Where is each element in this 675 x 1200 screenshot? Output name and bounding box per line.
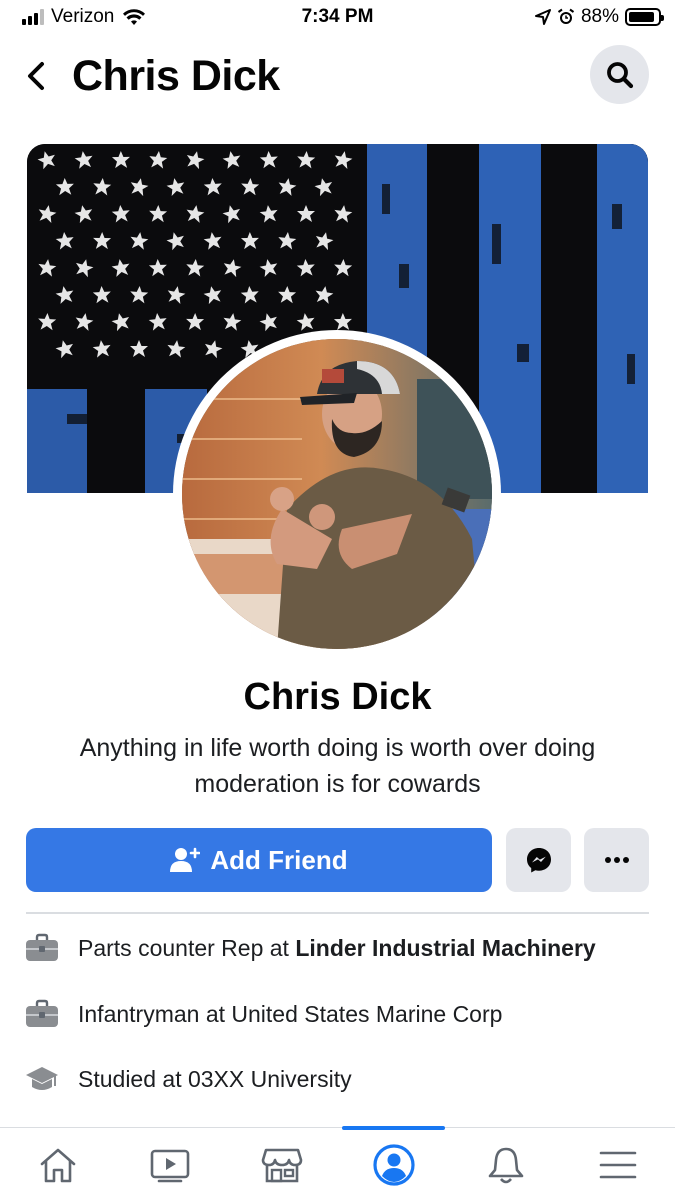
location-icon — [534, 9, 551, 25]
detail-work-past: Infantryman at United States Marine Corp — [24, 994, 664, 1034]
briefcase-icon — [24, 930, 60, 966]
battery-percent: 88% — [580, 6, 619, 27]
video-icon — [150, 1149, 189, 1182]
detail-text: Parts counter Rep at Linder Industrial M… — [78, 935, 596, 962]
profile-bio: Anything in life worth doing is worth ov… — [79, 734, 596, 798]
nav-profile[interactable] — [342, 1128, 445, 1200]
alarm-icon — [557, 8, 575, 24]
nav-home[interactable] — [6, 1128, 109, 1200]
graduation-cap-icon — [24, 1061, 60, 1097]
battery-level — [629, 12, 654, 22]
nav-marketplace[interactable] — [230, 1128, 333, 1200]
status-right: 88% — [534, 6, 664, 28]
employer-link[interactable]: Linder Industrial Machinery — [295, 935, 595, 961]
home-icon — [40, 1148, 75, 1182]
bottom-navigation — [0, 1126, 675, 1200]
search-button[interactable] — [590, 45, 649, 104]
page-title: Chris Dick — [72, 52, 280, 100]
back-button[interactable] — [20, 58, 52, 94]
profile-picture[interactable] — [182, 339, 492, 649]
detail-work-current: Parts counter Rep at Linder Industrial M… — [24, 928, 664, 968]
briefcase-icon — [24, 996, 60, 1032]
battery-icon — [625, 8, 664, 26]
divider — [26, 912, 649, 914]
nav-watch[interactable] — [118, 1128, 221, 1200]
profile-icon — [372, 1143, 415, 1186]
add-person-icon — [170, 847, 201, 872]
nav-notifications[interactable] — [454, 1128, 557, 1200]
detail-text: Studied at 03XX University — [78, 1065, 352, 1092]
notifications-icon — [488, 1147, 523, 1183]
messenger-icon — [526, 848, 551, 873]
nav-menu[interactable] — [566, 1128, 669, 1200]
add-friend-label: Add Friend — [210, 844, 348, 875]
detail-text: Infantryman at United States Marine Corp — [78, 1000, 503, 1027]
profile-picture-ring — [173, 330, 501, 658]
more-icon — [604, 857, 629, 863]
search-icon — [606, 61, 633, 88]
profile-name: Chris Dick — [243, 676, 432, 718]
marketplace-icon — [261, 1148, 302, 1182]
more-button[interactable] — [584, 828, 649, 892]
messenger-button[interactable] — [506, 828, 571, 892]
menu-icon — [599, 1151, 636, 1178]
chevron-left-icon — [28, 62, 44, 90]
detail-education: Studied at 03XX University — [24, 1059, 664, 1099]
status-bar: Verizon 7:34 PM 88% — [0, 0, 675, 36]
detail-prefix: Parts counter Rep at — [78, 934, 296, 961]
top-header: Chris Dick — [0, 40, 675, 112]
add-friend-button[interactable]: Add Friend — [26, 828, 492, 892]
